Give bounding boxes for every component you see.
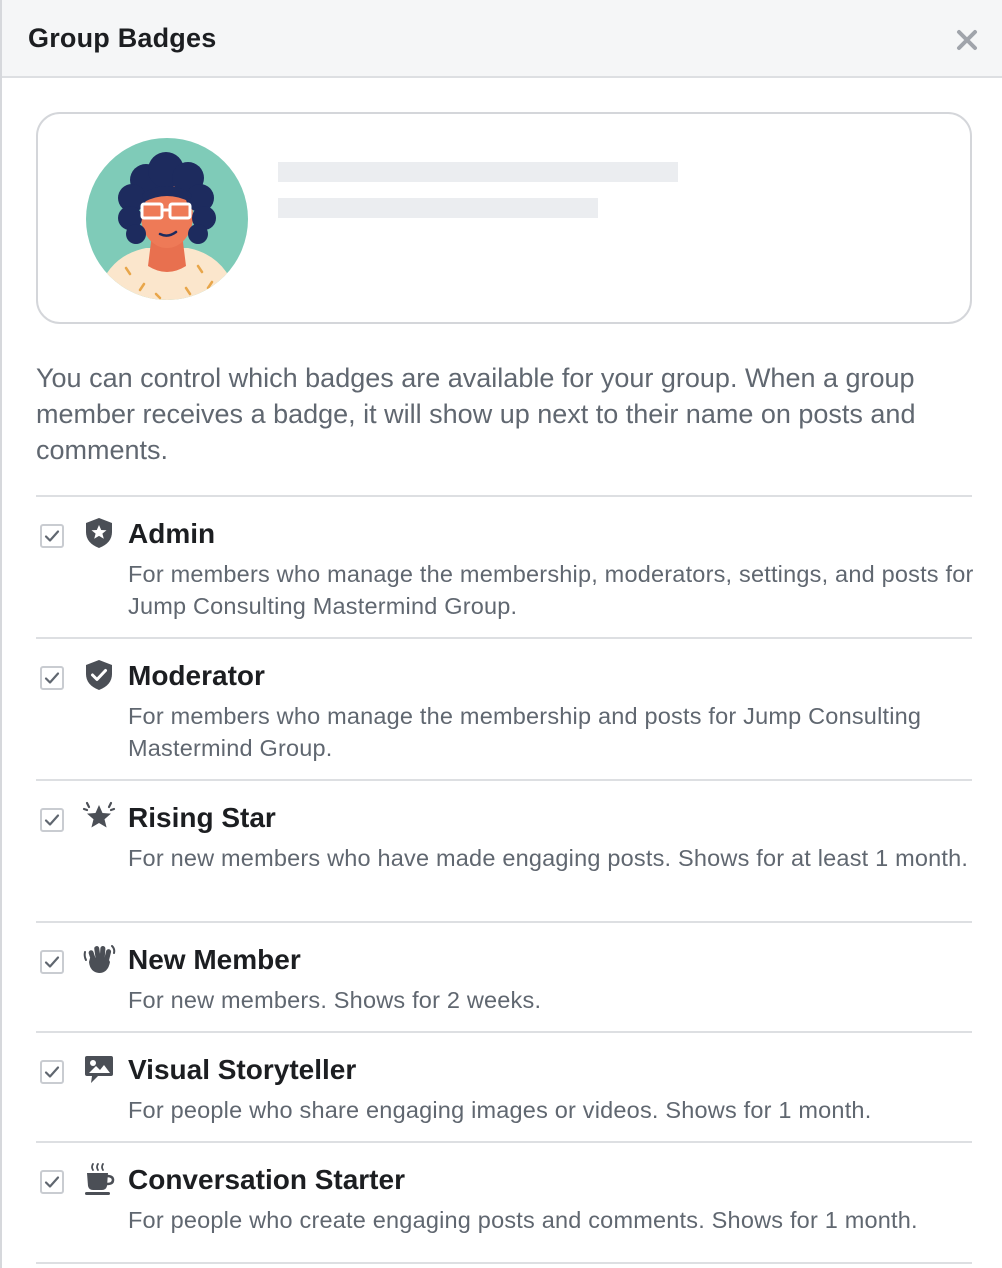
divider xyxy=(36,637,972,639)
check-icon xyxy=(44,1176,60,1188)
check-icon xyxy=(44,956,60,968)
check-icon xyxy=(44,672,60,684)
coffee-cup-icon xyxy=(85,1163,115,1195)
check-icon xyxy=(44,530,60,542)
close-icon[interactable] xyxy=(952,25,982,55)
dialog-header: Group Badges xyxy=(2,0,1002,78)
photo-icon xyxy=(85,1056,113,1083)
badges-description: You can control which badges are availab… xyxy=(36,363,916,465)
badge-title: Moderator xyxy=(128,660,265,691)
new-member-checkbox[interactable] xyxy=(40,950,64,974)
profile-preview-card xyxy=(36,112,972,324)
admin-checkbox[interactable] xyxy=(40,524,64,548)
divider xyxy=(36,779,972,781)
badge-title: Admin xyxy=(128,518,216,549)
divider xyxy=(36,921,972,923)
divider xyxy=(36,1141,972,1143)
badge-description: For members who manage the membership an… xyxy=(128,703,922,761)
check-icon xyxy=(44,814,60,826)
shield-check-icon xyxy=(86,660,112,690)
subtitle-placeholder-bar xyxy=(278,198,598,218)
waving-hand-icon xyxy=(83,945,116,973)
badge-description: For new members who have made engaging p… xyxy=(128,845,969,871)
divider xyxy=(36,1262,972,1264)
badge-title: Rising Star xyxy=(128,802,276,833)
avatar xyxy=(86,138,248,300)
badge-title: Conversation Starter xyxy=(128,1164,405,1195)
conversation-starter-checkbox[interactable] xyxy=(40,1170,64,1194)
badge-description: For people who share engaging images or … xyxy=(128,1097,872,1123)
badge-description: For members who manage the membership, m… xyxy=(128,561,974,619)
divider xyxy=(36,1031,972,1033)
moderator-checkbox[interactable] xyxy=(40,666,64,690)
rising-star-icon xyxy=(82,801,116,828)
rising-star-checkbox[interactable] xyxy=(40,808,64,832)
badge-title: New Member xyxy=(128,944,301,975)
visual-storyteller-checkbox[interactable] xyxy=(40,1060,64,1084)
badge-description: For new members. Shows for 2 weeks. xyxy=(128,987,542,1013)
badge-title: Visual Storyteller xyxy=(128,1054,357,1085)
shield-star-icon xyxy=(86,518,112,548)
dialog-title: Group Badges xyxy=(28,23,217,53)
divider xyxy=(36,495,972,497)
group-badges-dialog: Group Badges You can control which badge… xyxy=(0,0,1002,1268)
check-icon xyxy=(44,1066,60,1078)
name-placeholder-bar xyxy=(278,162,678,182)
badge-description: For people who create engaging posts and… xyxy=(128,1207,918,1233)
